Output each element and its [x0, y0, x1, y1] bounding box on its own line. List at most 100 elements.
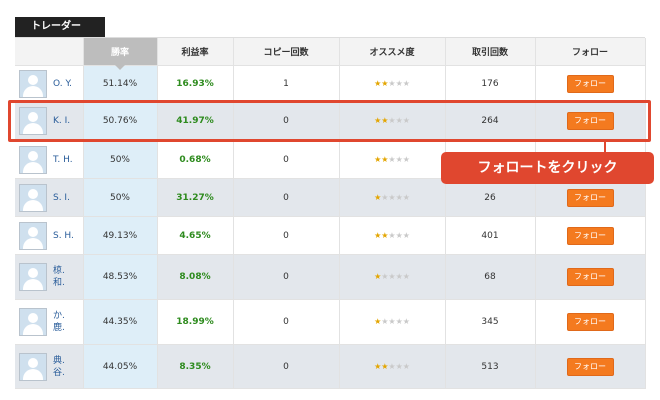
win-rate-cell: 44.05%	[83, 344, 158, 389]
trader-info[interactable]: S. H.	[15, 221, 83, 250]
star-icon: ★	[402, 230, 410, 240]
recommend-cell: ★★★★★	[339, 344, 446, 389]
trader-name-line1: 典.	[53, 355, 65, 366]
follow-button[interactable]: フォロー	[566, 357, 614, 376]
header-recommend[interactable]: オススメ度	[339, 38, 446, 66]
trader-info[interactable]: S. I.	[15, 183, 83, 212]
star-icon: ★	[388, 154, 396, 164]
copy-count-cell: 0	[233, 344, 340, 389]
win-rate-cell: 50%	[83, 140, 158, 179]
trader-name[interactable]: 椋. 和.	[53, 265, 65, 289]
trader-name[interactable]: O. Y.	[53, 78, 72, 90]
star-icon: ★	[395, 317, 403, 326]
avatar-icon[interactable]	[19, 352, 47, 381]
profit-rate-cell: 18.99%	[157, 299, 234, 345]
trader-name-line2: 和.	[53, 278, 65, 288]
star-icon: ★	[395, 361, 403, 371]
trader-name[interactable]: S. H.	[53, 230, 74, 242]
trader-info[interactable]: 椋. 和.	[15, 263, 83, 291]
trader-name-line1: か.	[53, 311, 65, 321]
copy-count-cell: 1	[233, 65, 340, 102]
avatar-icon[interactable]	[19, 183, 47, 212]
copy-count-cell: 0	[233, 140, 340, 179]
copy-count-cell: 0	[233, 216, 340, 255]
rating-stars: ★★★★★	[374, 317, 410, 326]
profit-rate-cell: 0.68%	[157, 140, 234, 179]
trader-info[interactable]: か. 鹿.	[15, 308, 83, 336]
rating-stars: ★★★★★	[374, 155, 410, 164]
trader-info[interactable]: T. H.	[15, 145, 83, 174]
trader-name-line2: 鹿.	[53, 323, 65, 333]
trader-cell: か. 鹿.	[15, 299, 84, 345]
follow-cell: フォロー	[535, 178, 646, 217]
follow-button[interactable]: フォロー	[566, 313, 614, 331]
star-icon: ★	[388, 361, 396, 371]
rating-stars: ★★★★★	[374, 79, 410, 88]
trader-info[interactable]: O. Y.	[15, 69, 83, 98]
avatar-icon[interactable]	[19, 69, 47, 98]
avatar-icon[interactable]	[19, 221, 47, 250]
header-trade-count[interactable]: 取引回数	[445, 38, 536, 66]
trader-cell: S. I.	[15, 178, 84, 217]
win-rate-cell: 48.53%	[83, 254, 158, 300]
trade-count-cell: 176	[445, 65, 536, 102]
follow-button[interactable]: フォロー	[566, 268, 614, 286]
star-icon: ★	[402, 154, 410, 164]
follow-cell: フォロー	[535, 299, 646, 345]
header-profit-rate[interactable]: 利益率	[157, 38, 234, 66]
trader-name-line1: T. H.	[53, 154, 73, 165]
table-row: 椋. 和. 48.53% 8.08% 0 ★★★★★ 68 フォロー	[15, 254, 646, 300]
table-row: S. H. 49.13% 4.65% 0 ★★★★★ 401 フォロー	[15, 216, 646, 255]
star-icon: ★	[395, 230, 403, 240]
header-copy-count[interactable]: コピー回数	[233, 38, 340, 66]
header-follow: フォロー	[535, 38, 646, 66]
follow-cell: フォロー	[535, 65, 646, 102]
avatar-icon[interactable]	[19, 263, 47, 291]
star-icon: ★	[395, 192, 403, 202]
win-rate-cell: 51.14%	[83, 65, 158, 102]
trader-table: 勝率 利益率 コピー回数 オススメ度 取引回数 フォロー O. Y. 51.14…	[15, 38, 646, 389]
trader-name-line1: S. H.	[53, 230, 74, 241]
trade-count-cell: 345	[445, 299, 536, 345]
star-icon: ★	[388, 272, 396, 281]
rating-stars: ★★★★★	[374, 231, 410, 240]
profit-rate-cell: 8.35%	[157, 344, 234, 389]
trader-name[interactable]: T. H.	[53, 154, 73, 166]
follow-button[interactable]: フォロー	[566, 188, 614, 207]
trade-count-cell: 401	[445, 216, 536, 255]
star-icon: ★	[388, 192, 396, 202]
recommend-cell: ★★★★★	[339, 299, 446, 345]
table-row: 典. 谷. 44.05% 8.35% 0 ★★★★★ 513 フォロー	[15, 344, 646, 389]
trader-name-line2: 谷.	[53, 367, 65, 378]
traders-tab[interactable]: トレーダー	[15, 17, 105, 37]
star-icon: ★	[388, 230, 396, 240]
avatar-icon[interactable]	[19, 308, 47, 336]
recommend-cell: ★★★★★	[339, 140, 446, 179]
trader-name-line1: 椋.	[53, 266, 65, 276]
follow-button[interactable]: フォロー	[566, 226, 614, 245]
table-header-row: 勝率 利益率 コピー回数 オススメ度 取引回数 フォロー	[15, 38, 646, 70]
trader-cell: S. H.	[15, 216, 84, 255]
copy-count-cell: 0	[233, 299, 340, 345]
follow-cell: フォロー	[535, 216, 646, 255]
star-icon: ★	[395, 272, 403, 281]
trader-name[interactable]: S. I.	[53, 192, 70, 204]
trader-name[interactable]: 典. 谷.	[53, 355, 65, 379]
win-rate-cell: 44.35%	[83, 299, 158, 345]
star-icon: ★	[402, 78, 410, 88]
star-icon: ★	[395, 78, 403, 88]
trade-count-cell: 513	[445, 344, 536, 389]
trader-cell: 椋. 和.	[15, 254, 84, 300]
star-icon: ★	[402, 192, 410, 202]
header-user	[15, 38, 84, 66]
star-icon: ★	[388, 317, 396, 326]
trader-cell: O. Y.	[15, 65, 84, 102]
header-win-rate[interactable]: 勝率	[83, 38, 158, 70]
trader-info[interactable]: 典. 谷.	[15, 352, 83, 381]
avatar-icon[interactable]	[19, 145, 47, 174]
table-row: か. 鹿. 44.35% 18.99% 0 ★★★★★ 345 フォロー	[15, 299, 646, 345]
follow-button[interactable]: フォロー	[566, 74, 614, 93]
trader-cell: T. H.	[15, 140, 84, 179]
copy-count-cell: 0	[233, 254, 340, 300]
trader-name[interactable]: か. 鹿.	[53, 310, 65, 334]
